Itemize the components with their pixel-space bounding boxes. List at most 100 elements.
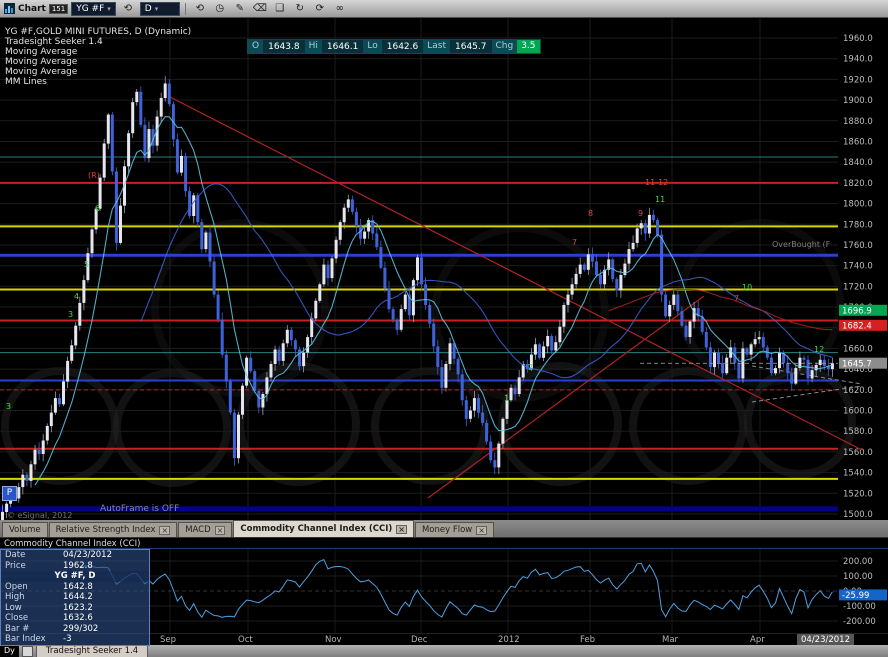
time-axis-label-mar: Mar	[662, 635, 679, 645]
page-marker-badge[interactable]: P	[2, 486, 17, 501]
tab-commodity-channel-index-cci[interactable]: Commodity Channel Index (CCI) ×	[233, 520, 414, 537]
rotate-icon[interactable]: ⟳	[311, 1, 329, 17]
svg-text:1800.0: 1800.0	[843, 200, 873, 210]
row-label: Date	[5, 550, 26, 560]
svg-text:8: 8	[588, 209, 593, 218]
row-value: 1642.8	[63, 581, 93, 592]
copyright-text: © eSignal, 2012	[7, 511, 73, 520]
tab-volume[interactable]: Volume	[2, 522, 48, 537]
refresh-button[interactable]: ⟲	[119, 1, 137, 17]
row-value: 04/23/2012	[63, 550, 112, 560]
svg-text:1840.0: 1840.0	[843, 158, 873, 168]
svg-text:7: 7	[572, 238, 577, 247]
svg-text:1900.0: 1900.0	[843, 96, 873, 106]
chevron-down-icon[interactable]: ▾	[155, 5, 159, 13]
svg-text:1720.0: 1720.0	[843, 282, 873, 292]
svg-text:-25.99: -25.99	[842, 591, 869, 601]
window-title: Chart	[18, 3, 46, 14]
svg-text:2: 2	[528, 363, 533, 372]
time-axis-label-dec: Dec	[411, 635, 428, 645]
tab-label: MACD	[185, 525, 211, 535]
price-chart-panel: 1500.0 1520.0 1540.0 1560.0 1580.0 1600.0 1620…	[0, 18, 888, 520]
last-value: 1645.7	[455, 41, 487, 52]
autoframe-status-text: AutoFrame is OFF	[100, 504, 180, 514]
redo-icon[interactable]: ↻	[291, 1, 309, 17]
link-icon[interactable]: ∞	[331, 1, 349, 17]
refresh-icon[interactable]: ⟲	[191, 1, 209, 17]
svg-text:1682.4: 1682.4	[842, 321, 872, 331]
row-value: 1632.6	[63, 613, 93, 623]
indicator-tab-strip: Volume Relative Strength Index × MACD × Commo…	[0, 520, 888, 537]
symbol-value: YG #F	[76, 3, 105, 14]
data-window: Date 04/23/2012 Price 1962.8 YG #F, D Open 164…	[0, 549, 150, 646]
eraser-icon[interactable]: ⌫	[251, 1, 269, 17]
chart-window-icon	[4, 3, 15, 14]
svg-text:1820.0: 1820.0	[843, 179, 873, 189]
svg-text:1660.0: 1660.0	[843, 344, 873, 354]
svg-text:1780.0: 1780.0	[843, 220, 873, 230]
svg-text:11: 11	[655, 195, 665, 204]
svg-text:1540.0: 1540.0	[843, 469, 873, 479]
row-label: Low	[5, 602, 22, 613]
low-value: 1642.6	[386, 41, 419, 52]
high-value: 1646.1	[326, 41, 359, 52]
time-axis-label-oct: Oct	[238, 635, 253, 645]
tab-close-icon[interactable]: ×	[214, 525, 226, 535]
layout-icon[interactable]	[21, 645, 33, 657]
svg-text:1960.0: 1960.0	[843, 34, 873, 44]
chart-application-window: Chart 151 YG #F ▾ ⟲ D ▾ ⟲ ◷ ✎ ⌫ ❑ ↻ ⟳ ∞ 1500.0 1…	[0, 0, 888, 657]
pencil-icon[interactable]: ✎	[231, 1, 249, 17]
symbol-input[interactable]: YG #F ▾	[71, 1, 116, 16]
data-window-row-b2: Low 1623.2	[1, 603, 149, 614]
time-axis-label-feb: Feb	[580, 635, 596, 645]
legend-line-0: YG #F,GOLD MINI FUTURES, D (Dynamic)	[5, 27, 192, 37]
row-value: 1623.2	[63, 602, 93, 613]
quote-bar: O 1643.8 Hi 1646.1 Lo 1642.6 Last 1645.7…	[247, 39, 541, 54]
tab-relative-strength-index[interactable]: Relative Strength Index ×	[48, 522, 178, 537]
svg-text:6: 6	[95, 204, 100, 213]
tab-label: Relative Strength Index	[55, 525, 156, 535]
window-id-badge: 151	[48, 3, 69, 14]
svg-text:1920.0: 1920.0	[843, 75, 873, 85]
open-label: O	[248, 40, 264, 53]
svg-text:9: 9	[638, 209, 643, 218]
svg-text:10: 10	[742, 283, 752, 292]
interval-select[interactable]: D ▾	[139, 1, 180, 16]
tab-macd[interactable]: MACD ×	[178, 522, 233, 537]
row-label: Open	[5, 581, 28, 592]
svg-text:100.00: 100.00	[843, 572, 873, 582]
tab-close-icon[interactable]: ×	[396, 524, 407, 534]
svg-text:1620.0: 1620.0	[843, 386, 873, 396]
svg-text:3: 3	[6, 402, 11, 411]
page-tab-tradesight-seeker[interactable]: Tradesight Seeker 1.4	[35, 645, 149, 657]
chart-legend: YG #F,GOLD MINI FUTURES, D (Dynamic) Trad…	[5, 27, 191, 87]
time-axis-label-nov: Nov	[325, 635, 342, 645]
high-label: Hi	[304, 40, 322, 53]
mode-label: Dy	[0, 645, 19, 657]
svg-text:-200.00: -200.00	[843, 617, 876, 627]
cci-panel-title: Commodity Channel Index (CCI)	[0, 537, 888, 549]
overbought-annotation: OverBought (F	[772, 240, 831, 249]
svg-text:3: 3	[68, 310, 73, 319]
row-value: 1644.2	[63, 592, 93, 602]
chevron-down-icon[interactable]: ▾	[107, 5, 111, 13]
data-window-row-t0: Date 04/23/2012	[1, 550, 149, 561]
svg-text:(R): (R)	[88, 171, 100, 180]
main-chart-canvas[interactable]: 1500.0 1520.0 1540.0 1560.0 1580.0 1600.0 1620…	[0, 18, 888, 520]
svg-text:1740.0: 1740.0	[843, 262, 873, 272]
svg-text:1: 1	[504, 394, 509, 403]
tab-close-icon[interactable]: ×	[159, 525, 171, 535]
svg-text:200.00: 200.00	[843, 557, 873, 567]
chat-icon[interactable]: ❑	[271, 1, 289, 17]
clock-icon[interactable]: ◷	[211, 1, 229, 17]
toolbar-separator	[184, 2, 186, 15]
svg-text:1500.0: 1500.0	[843, 510, 873, 520]
row-label: Bar Index	[5, 634, 46, 644]
tab-label: Money Flow	[421, 525, 473, 535]
tab-label: Commodity Channel Index (CCI)	[240, 524, 393, 534]
time-axis-label-2012: 2012	[498, 635, 520, 645]
svg-text:1880.0: 1880.0	[843, 117, 873, 127]
tab-money-flow[interactable]: Money Flow ×	[414, 522, 494, 537]
svg-text:1520.0: 1520.0	[843, 489, 873, 499]
tab-close-icon[interactable]: ×	[476, 525, 487, 535]
